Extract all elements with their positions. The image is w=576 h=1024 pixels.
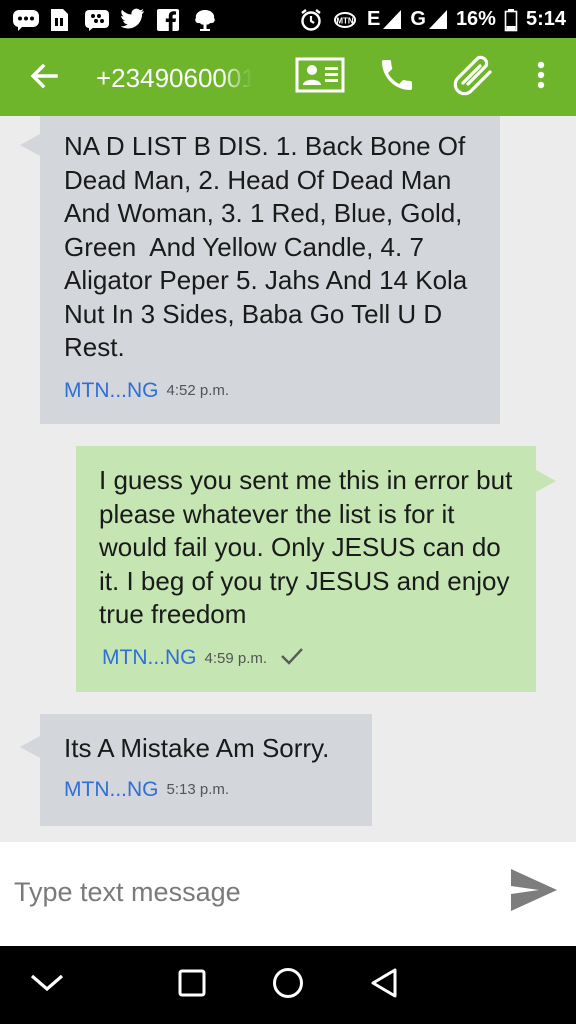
incoming-message[interactable]: Its A Mistake Am Sorry. MTN...NG 5:13 p.… [40,714,372,826]
message-meta: MTN...NG 5:13 p.m. [64,778,358,802]
battery-icon [504,8,518,32]
tree-icon [192,8,218,31]
carrier-label: MTN...NG [64,777,159,801]
chat-bubble-icon [12,8,39,31]
checkmark-icon [279,646,305,671]
network-type-g: G [410,7,426,30]
contact-card-icon [295,57,345,98]
recents-square-icon [177,968,207,1003]
conversation-title[interactable]: +2349060001 [96,60,252,96]
send-icon [509,867,559,918]
compose-bar [0,842,576,946]
view-contact-button[interactable] [294,54,346,100]
send-button[interactable] [506,866,562,918]
hide-keyboard-button[interactable] [22,962,72,1008]
paperclip-icon [452,54,496,101]
message-meta: MTN...NG 4:52 p.m. [64,379,486,403]
message-input[interactable] [14,870,474,914]
navigation-bar [0,946,576,1024]
home-button[interactable] [263,962,313,1008]
overflow-menu-icon [536,60,546,95]
blackberry-messenger-icon [84,8,110,31]
message-time: 4:52 p.m. [166,382,230,399]
call-button[interactable] [374,54,420,100]
incoming-message[interactable]: NA D LIST B DIS. 1. Back Bone Of Dead Ma… [40,116,500,424]
twitter-icon [120,8,146,30]
notification-icons [12,6,218,32]
back-button[interactable] [24,58,64,98]
back-arrow-icon [29,61,59,96]
message-text: I guess you sent me this in error but pl… [99,465,520,629]
signal-icon [382,8,402,30]
clock: 5:14 [525,7,566,30]
home-circle-icon [271,966,305,1005]
battery-percent: 16% [455,7,496,30]
recents-button[interactable] [167,962,217,1008]
sim-card-icon [48,8,74,31]
message-text: NA D LIST B DIS. 1. Back Bone Of Dead Ma… [64,131,475,362]
back-triangle-icon [368,966,400,1005]
status-bar: MTN E G 16% 5:14 [0,0,576,38]
outgoing-message[interactable]: I guess you sent me this in error but pl… [76,446,536,692]
carrier-label: MTN...NG [102,646,197,669]
attach-button[interactable] [450,54,498,100]
bubble-tail [20,736,40,758]
bubble-tail [20,134,40,156]
system-indicators: MTN E G 16% 5:14 [299,6,566,32]
signal-icon [428,8,448,30]
chevron-down-icon [29,972,65,999]
mtn-logo-icon: MTN [333,8,359,30]
message-time: 4:59 p.m. [204,649,268,667]
network-type-e: E [367,7,381,30]
facebook-icon [156,8,182,32]
message-time: 5:13 p.m. [166,781,230,798]
message-text: Its A Mistake Am Sorry. [64,733,330,763]
alarm-icon [299,8,325,31]
message-meta: MTN...NG 4:59 p.m. [99,646,524,671]
phone-icon [377,55,417,100]
back-nav-button[interactable] [359,962,409,1008]
bubble-tail [536,470,556,492]
app-bar: +2349060001 [0,38,576,116]
message-thread[interactable]: NA D LIST B DIS. 1. Back Bone Of Dead Ma… [0,116,576,842]
carrier-label: MTN...NG [64,378,159,402]
svg-text:MTN: MTN [336,17,354,26]
overflow-menu-button[interactable] [528,54,554,100]
